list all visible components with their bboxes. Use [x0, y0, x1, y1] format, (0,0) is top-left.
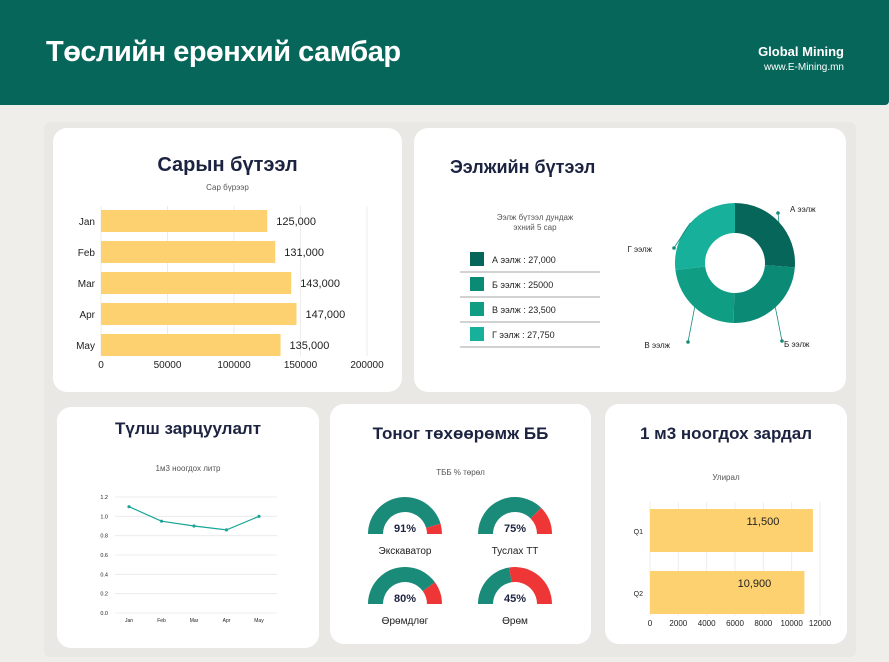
y-tick-label: 0.0: [100, 611, 108, 617]
data-point: [127, 505, 131, 509]
gauge-value: 45%: [504, 593, 526, 605]
gauge-value: 91%: [394, 523, 416, 535]
legend-label: В ээлж : 23,500: [492, 305, 556, 315]
leader-dot: [776, 211, 780, 215]
x-tick-label: 6000: [726, 619, 744, 628]
slice-3: [675, 266, 735, 323]
x-tick-label: Jan: [125, 618, 133, 624]
legend-swatch: [470, 277, 484, 291]
x-tick-label: 50000: [154, 360, 182, 371]
category-label: May: [76, 341, 95, 352]
category-label: Mar: [78, 279, 96, 290]
page-title: Төслийн ерөнхий самбар: [46, 36, 401, 68]
y-tick-label: 1.0: [100, 514, 108, 520]
data-point: [159, 519, 164, 523]
x-tick-label: 150000: [284, 360, 318, 371]
bar-q2: [650, 571, 805, 614]
fuel-line-chart: 0.0 0.2 0.4 0.6 0.8 1.0 1.2 Jan Feb Mar Apr May: [100, 495, 277, 624]
monthly-bar-chart: 0 50000 100000 150000 200000 Jan 125,000 Feb 131…: [76, 206, 384, 371]
slice-label: В ээлж: [644, 341, 670, 350]
legend-label: А ээлж : 27,000: [492, 255, 556, 265]
slice-label: Г ээлж: [627, 245, 652, 254]
legend-label: Г ээлж : 27,750: [492, 330, 555, 340]
y-tick-label: 0.6: [100, 553, 108, 559]
monthly-production-card: Сарын бүтээл Сар бүрээр 0 50000 100000 1500…: [53, 128, 402, 392]
gauge-label: Өрөм: [502, 616, 528, 627]
legend-swatch: [470, 252, 484, 266]
category-label: Apr: [79, 310, 95, 321]
leader-dot: [686, 340, 690, 344]
data-label: 147,000: [306, 309, 346, 321]
leader-line: [687, 307, 696, 343]
y-tick-label: 1.2: [100, 495, 108, 501]
cost-card: 1 м3 ноогдох зардал Улирал 0 2000 4000 6000…: [605, 404, 847, 644]
equipment-gauges: 91% Экскаватор 75% Туслах ТТ 80% Өрөмдлөг 45% Ө…: [368, 497, 552, 627]
x-tick-label: 200000: [350, 360, 384, 371]
category-label: Jan: [79, 217, 95, 228]
bar-q1: [650, 509, 813, 552]
data-label: 11,500: [747, 516, 780, 528]
slice-4: [675, 203, 735, 271]
x-tick-label: 8000: [754, 619, 772, 628]
shift-donut-chart: А ээлж : 27,000 Б ээлж : 25000 В ээлж : 23…: [460, 203, 816, 350]
header-bar: Төслийн ерөнхий самбар Global Mining www…: [0, 0, 889, 105]
y-tick-label: 0.4: [100, 572, 108, 578]
x-tick-label: May: [254, 618, 264, 624]
category-label: Feb: [78, 248, 96, 259]
category-label: Q2: [634, 591, 643, 598]
legend-swatch: [470, 302, 484, 316]
data-point: [224, 528, 229, 532]
brand-url[interactable]: www.E-Mining.mn: [758, 62, 844, 73]
shift-production-card: Ээлжийн бүтээл Ээлж бүтээл дундаж эхний …: [414, 128, 846, 392]
slice-1: [735, 203, 795, 268]
category-label: Q1: [634, 529, 643, 536]
data-label: 135,000: [290, 340, 330, 352]
x-tick-label: 10000: [781, 619, 804, 628]
bar-may: [101, 334, 281, 356]
bar-jan: [101, 210, 268, 232]
gauge-value: 75%: [504, 523, 526, 535]
leader-line: [774, 307, 783, 342]
data-point: [192, 524, 196, 528]
gauge-label: Өрөмдлөг: [382, 616, 429, 627]
bar-mar: [101, 272, 292, 294]
y-tick-label: 0.8: [100, 534, 108, 540]
cost-bar-chart: 0 2000 4000 6000 8000 10000 12000 Q1 11,500 Q2 10,…: [634, 502, 832, 628]
x-tick-label: 100000: [217, 360, 251, 371]
x-tick-label: Apr: [223, 618, 231, 624]
gauge-label: Экскаватор: [379, 546, 432, 557]
x-tick-label: Mar: [190, 618, 199, 624]
data-label: 143,000: [300, 278, 340, 290]
brand-block: Global Mining www.E-Mining.mn: [758, 44, 844, 73]
leader-dot: [672, 246, 676, 250]
data-label: 125,000: [276, 216, 316, 228]
slice-label: Б ээлж: [784, 340, 810, 349]
data-label: 10,900: [738, 578, 772, 590]
x-tick-label: 2000: [669, 619, 687, 628]
slice-label: А ээлж: [790, 205, 816, 214]
fuel-card: Түлш зарцуулалт 1м3 ноогдох литр 0.0 0.2 0…: [57, 407, 319, 648]
bar-apr: [101, 303, 297, 325]
x-tick-label: 12000: [809, 619, 832, 628]
y-tick-label: 0.2: [100, 592, 108, 598]
x-tick-label: 0: [648, 619, 653, 628]
legend-label: Б ээлж : 25000: [492, 280, 553, 290]
data-label: 131,000: [284, 247, 324, 259]
x-tick-label: Feb: [157, 618, 166, 624]
equipment-card: Тоног төхөөрөмж ББ ТББ % төрөл 91% Экскав…: [330, 404, 591, 644]
x-tick-label: 4000: [698, 619, 716, 628]
gauge-label: Туслах ТТ: [492, 546, 539, 557]
bar-feb: [101, 241, 276, 263]
gauge-value: 80%: [394, 593, 416, 605]
data-point: [257, 514, 261, 518]
x-tick-label: 0: [98, 360, 104, 371]
legend-swatch: [470, 327, 484, 341]
slice-2: [733, 265, 795, 323]
brand-name: Global Mining: [758, 44, 844, 59]
